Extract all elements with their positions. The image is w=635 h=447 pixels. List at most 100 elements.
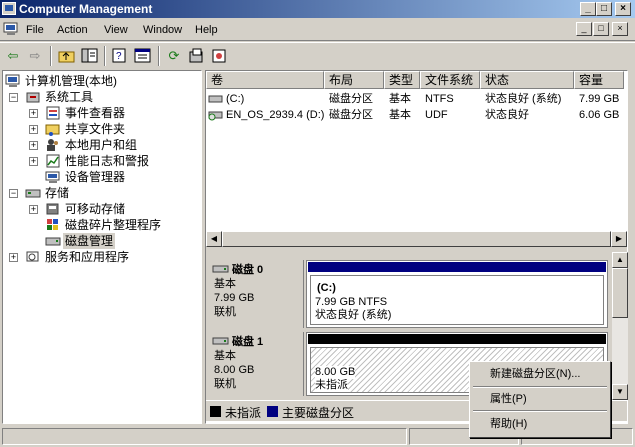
cd-drive-icon <box>208 109 223 121</box>
legend-label: 未指派 <box>225 406 262 420</box>
forward-icon[interactable]: ⇨ <box>25 46 45 66</box>
column-header-capacity[interactable]: 容量 <box>574 71 624 89</box>
disk-view-vscrollbar[interactable]: ▲ ▼ <box>612 252 628 400</box>
collapse-toggle[interactable]: − <box>9 189 18 198</box>
export-icon[interactable] <box>187 46 207 66</box>
mdi-close-button[interactable]: × <box>612 22 628 36</box>
maximize-button[interactable]: □ <box>596 2 612 16</box>
menu-help[interactable]: Help <box>195 24 218 36</box>
volume-filesystem: UDF <box>425 109 448 121</box>
volume-capacity: 6.06 GB <box>579 109 620 121</box>
window-title: Computer Management <box>19 2 153 16</box>
menu-separator <box>473 410 607 412</box>
volume-name: EN_OS_2939.4 (D:) <box>226 109 325 121</box>
unallocated-status: 未指派 <box>315 379 348 392</box>
expand-toggle[interactable]: + <box>29 157 38 166</box>
disk-name: 磁盘 1 <box>232 336 264 348</box>
computer-icon <box>5 73 21 89</box>
partition-status: 状态良好 (系统) <box>315 309 392 321</box>
expand-toggle[interactable]: + <box>29 125 38 134</box>
menu-new-partition[interactable]: 新建磁盘分区(N)... <box>472 364 608 384</box>
disk-type: 基本 <box>214 350 236 362</box>
column-header-status[interactable]: 状态 <box>480 71 574 89</box>
disk-management-icon <box>45 233 61 249</box>
tree-item-label: 设备管理器 <box>65 170 126 184</box>
partition-c[interactable]: (C:) 7.99 GB NTFS 状态良好 (系统) <box>310 275 604 325</box>
table-row[interactable]: (C:) 磁盘分区 基本 NTFS 状态良好 (系统) 7.99 GB <box>206 91 624 107</box>
legend-swatch-primary <box>267 406 278 417</box>
event-viewer-icon <box>45 105 61 121</box>
unallocated-bar <box>308 334 606 344</box>
tree-item-label: 存储 <box>45 186 70 200</box>
show-hide-tree-icon[interactable] <box>80 46 100 66</box>
tree-item-label: 磁盘管理 <box>63 233 116 249</box>
disk-icon <box>212 336 230 349</box>
table-row[interactable]: EN_OS_2939.4 (D:) 磁盘分区 基本 UDF 状态良好 6.06 … <box>206 107 624 123</box>
legend-label: 主要磁盘分区 <box>282 406 355 420</box>
menu-view[interactable]: View <box>104 24 128 36</box>
expand-toggle[interactable]: + <box>29 109 38 118</box>
scroll-thumb[interactable] <box>222 231 611 247</box>
device-manager-icon <box>45 169 61 185</box>
volume-list-hscrollbar[interactable]: ◀ ▶ <box>206 231 627 247</box>
disk-0-info[interactable]: 磁盘 0 基本 7.99 GB 联机 <box>208 260 304 328</box>
tools-icon <box>25 89 41 105</box>
expand-toggle[interactable]: + <box>29 205 38 214</box>
scroll-down-button[interactable]: ▼ <box>612 384 628 400</box>
disk-size: 8.00 GB <box>214 364 255 376</box>
volume-layout: 磁盘分区 <box>329 93 373 105</box>
column-header-filesystem[interactable]: 文件系统 <box>420 71 480 89</box>
column-header-layout[interactable]: 布局 <box>324 71 384 89</box>
close-button[interactable]: × <box>615 2 631 16</box>
refresh-icon[interactable]: ⟳ <box>164 46 184 66</box>
storage-icon <box>25 185 41 201</box>
expand-toggle[interactable]: + <box>9 253 18 262</box>
disk-name: 磁盘 0 <box>232 264 264 276</box>
column-header-type[interactable]: 类型 <box>384 71 420 89</box>
volume-capacity: 7.99 GB <box>579 93 620 105</box>
collapse-toggle[interactable]: − <box>9 93 18 102</box>
disk-size: 7.99 GB <box>214 292 255 304</box>
unallocated-size: 8.00 GB <box>315 366 356 379</box>
up-folder-icon[interactable] <box>57 46 77 66</box>
volume-name: (C:) <box>226 93 245 105</box>
volume-status: 状态良好 (系统) <box>485 93 562 105</box>
help-icon[interactable] <box>133 46 153 66</box>
computer-management-icon[interactable] <box>2 2 16 15</box>
title-bar[interactable]: Computer Management _ □ × <box>0 0 635 18</box>
expand-toggle[interactable]: + <box>29 141 38 150</box>
tree-item-label: 可移动存储 <box>65 202 126 216</box>
menu-separator <box>473 386 607 388</box>
menu-file[interactable]: File <box>26 24 44 36</box>
scroll-right-button[interactable]: ▶ <box>611 231 627 247</box>
toolbar: ⇦ ⇨ ? ⟳ <box>0 42 635 68</box>
console-icon[interactable] <box>3 22 19 36</box>
disk-0-partition-area: (C:) 7.99 GB NTFS 状态良好 (系统) <box>306 260 608 328</box>
services-icon <box>25 249 41 265</box>
column-header-volume[interactable]: 卷 <box>206 71 324 89</box>
disk-1-info[interactable]: 磁盘 1 基本 8.00 GB 联机 <box>208 332 304 396</box>
removable-storage-icon <box>45 201 61 217</box>
scroll-thumb[interactable] <box>612 268 628 318</box>
menu-bar: File Action View Window Help _ □ × <box>0 18 635 41</box>
scroll-left-button[interactable]: ◀ <box>206 231 222 247</box>
mdi-minimize-button[interactable]: _ <box>576 22 592 36</box>
menu-action[interactable]: Action <box>57 24 88 36</box>
tree-item-label: 服务和应用程序 <box>45 250 130 264</box>
volume-type: 基本 <box>389 109 411 121</box>
toolbar-separator <box>158 46 160 66</box>
toolbar-separator <box>104 46 106 66</box>
users-icon <box>45 137 61 153</box>
tree-item-label: 计算机管理(本地) <box>25 74 117 88</box>
menu-window[interactable]: Window <box>143 24 182 36</box>
minimize-button[interactable]: _ <box>580 2 596 16</box>
menu-help-item[interactable]: 帮助(H) <box>472 414 608 434</box>
mdi-restore-button[interactable]: □ <box>593 22 609 36</box>
properties-icon[interactable]: ? <box>110 46 130 66</box>
back-icon[interactable]: ⇦ <box>3 46 23 66</box>
tree-item-label: 系统工具 <box>45 90 94 104</box>
context-menu: 新建磁盘分区(N)... 属性(P) 帮助(H) <box>469 361 611 438</box>
menu-properties[interactable]: 属性(P) <box>472 389 608 409</box>
scroll-up-button[interactable]: ▲ <box>612 252 628 268</box>
disk-settings-icon[interactable] <box>210 46 230 66</box>
